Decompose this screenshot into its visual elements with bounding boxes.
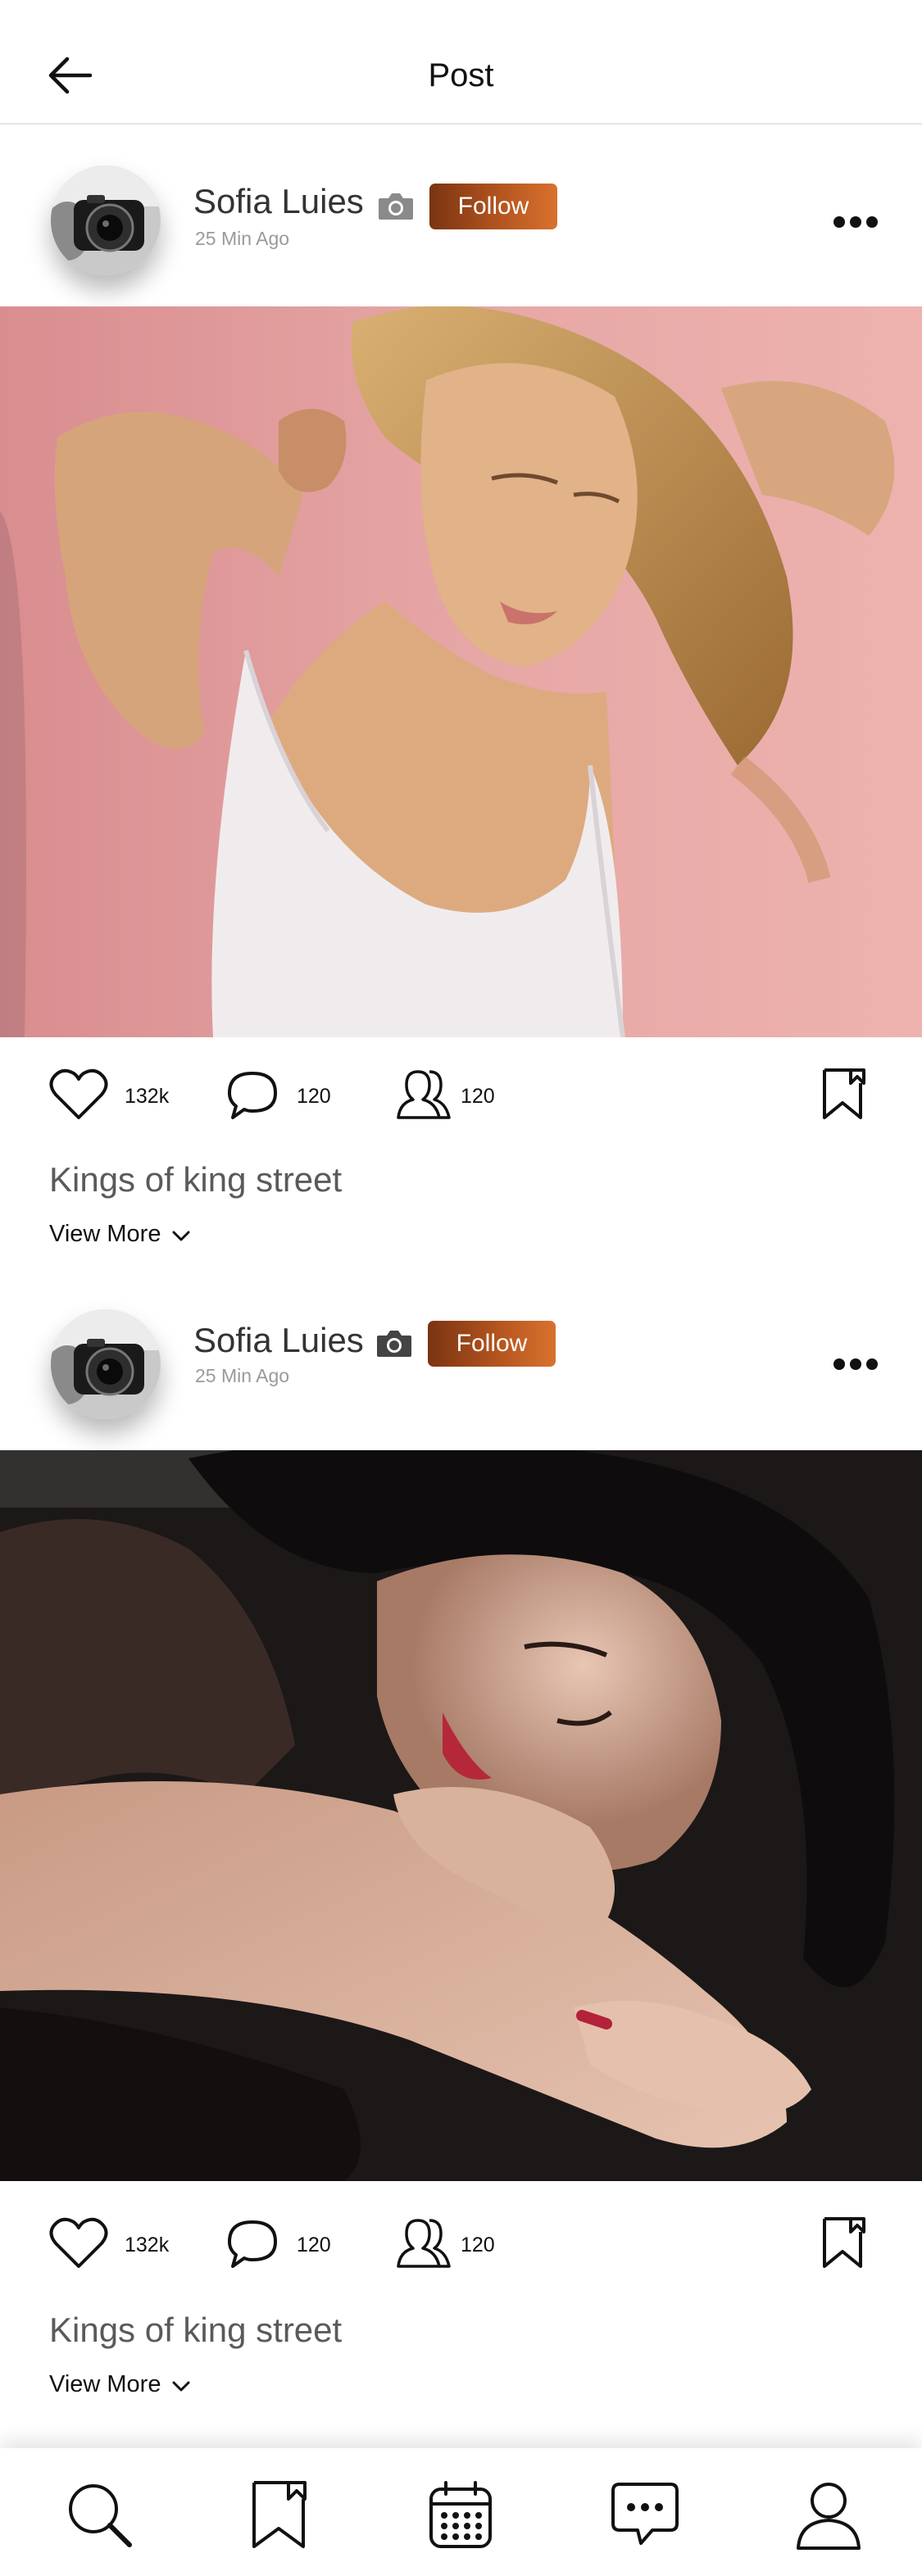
avatar[interactable] [51, 1309, 161, 1419]
comment-count: 120 [297, 1085, 331, 1108]
comment-icon[interactable] [226, 2219, 279, 2275]
view-more-link[interactable]: View More [49, 2371, 190, 2399]
avatar[interactable] [51, 166, 161, 275]
bottom-navigation [0, 2448, 922, 2576]
follow-button[interactable]: Follow [429, 184, 557, 229]
post-caption: Kings of king street [49, 2311, 343, 2349]
more-options-icon[interactable] [833, 1357, 879, 1372]
bookmark-icon[interactable] [243, 2478, 316, 2551]
header: Post [0, 0, 922, 125]
chevron-down-icon [172, 1222, 190, 1249]
camera-icon [377, 192, 415, 221]
search-icon[interactable] [62, 2478, 136, 2551]
chevron-down-icon [172, 2372, 190, 2399]
post-time: 25 Min Ago [195, 1365, 290, 1386]
like-count: 132k [125, 2234, 170, 2256]
share-count: 120 [461, 1085, 495, 1108]
username[interactable]: Sofia Luies [193, 1321, 364, 1360]
post-time: 25 Min Ago [195, 228, 290, 249]
camera-icon [375, 1329, 413, 1358]
page-title: Post [428, 57, 494, 93]
post-image[interactable] [0, 1450, 922, 2181]
follow-button[interactable]: Follow [428, 1321, 556, 1367]
view-more-label: View More [49, 2371, 161, 2397]
profile-icon[interactable] [792, 2478, 865, 2551]
like-count: 132k [125, 1085, 170, 1108]
bookmark-icon[interactable] [820, 2215, 867, 2274]
comment-count: 120 [297, 2234, 331, 2256]
chat-icon[interactable] [608, 2478, 682, 2551]
like-icon[interactable] [49, 2217, 108, 2274]
comment-icon[interactable] [226, 1070, 279, 1127]
bookmark-icon[interactable] [820, 1067, 867, 1125]
view-more-label: View More [49, 1221, 161, 1247]
like-icon[interactable] [49, 1068, 108, 1125]
post-caption: Kings of king street [49, 1160, 343, 1199]
share-users-icon[interactable] [395, 2215, 451, 2275]
post-image[interactable] [0, 306, 922, 1037]
calendar-icon[interactable] [425, 2478, 498, 2551]
share-users-icon[interactable] [395, 1067, 451, 1127]
view-more-link[interactable]: View More [49, 1221, 190, 1249]
more-options-icon[interactable] [833, 215, 879, 229]
share-count: 120 [461, 2234, 495, 2256]
username[interactable]: Sofia Luies [193, 182, 364, 221]
